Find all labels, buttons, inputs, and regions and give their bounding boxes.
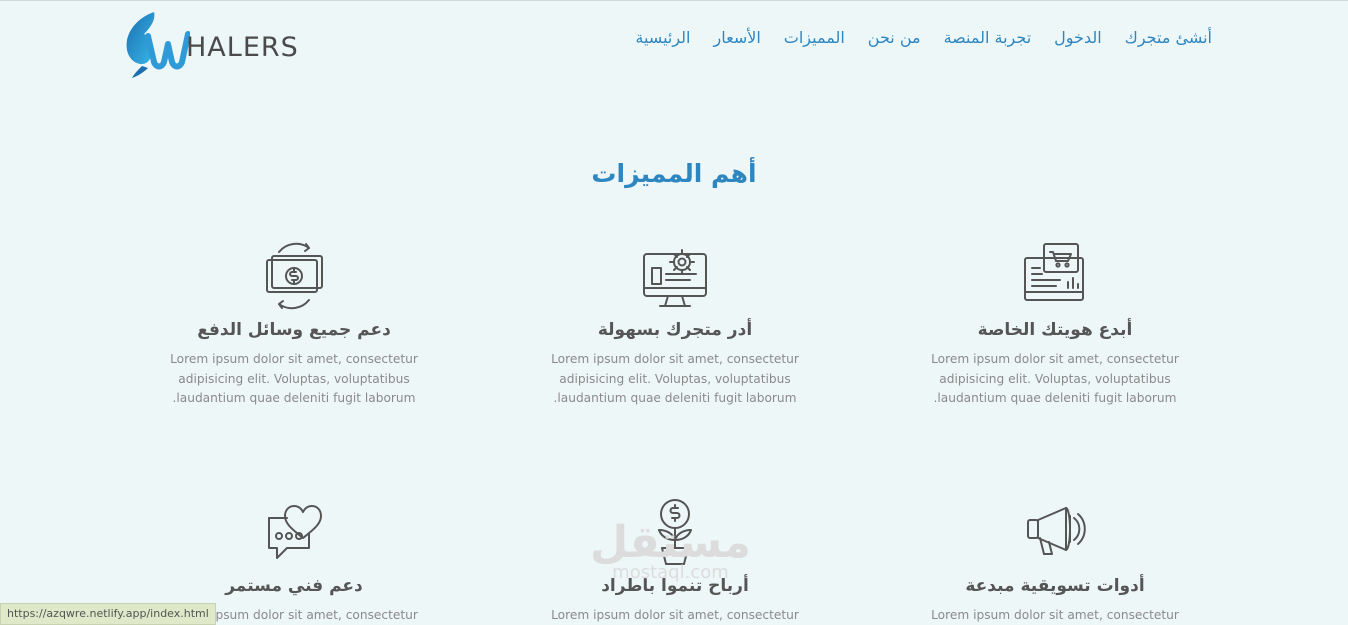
feature-text: Lorem ipsum dolor sit amet, consectetur … xyxy=(551,608,799,622)
nav-features[interactable]: المميزات xyxy=(784,28,845,47)
top-border xyxy=(0,0,1348,1)
feature-title: أدوات تسويقية مبدعة xyxy=(965,576,1145,596)
nav-login[interactable]: الدخول xyxy=(1054,28,1102,47)
megaphone-icon xyxy=(905,496,1205,566)
feature-text: Lorem ipsum dolor sit amet, consectetur … xyxy=(931,352,1179,405)
section-title: أهم المميزات xyxy=(591,158,757,188)
heart-chat-icon xyxy=(144,496,444,566)
feature-title: دعم فني مستمر xyxy=(225,576,363,596)
nav-home[interactable]: الرئيسية xyxy=(635,28,690,47)
store-screen-icon xyxy=(905,240,1205,310)
money-plant-icon xyxy=(525,496,825,566)
feature-card: أدوات تسويقية مبدعة Lorem ipsum dolor si… xyxy=(905,496,1205,625)
status-bar-url: https://azqwre.netlify.app/index.html xyxy=(0,603,216,625)
feature-title: أدر متجرك بسهولة xyxy=(597,320,753,340)
money-exchange-icon xyxy=(144,240,444,310)
feature-title: دعم جميع وسائل الدفع xyxy=(197,320,391,340)
feature-card: أدر متجرك بسهولة Lorem ipsum dolor sit a… xyxy=(525,240,825,409)
feature-card: أرباح تنموا باطراد Lorem ipsum dolor sit… xyxy=(525,496,825,625)
nav-about[interactable]: من نحن xyxy=(868,28,921,47)
nav-pricing[interactable]: الأسعار xyxy=(714,28,761,47)
nav-create-store[interactable]: أنشئ متجرك xyxy=(1125,28,1212,47)
main-nav: الرئيسية الأسعار المميزات من نحن تجربة ا… xyxy=(635,28,1212,47)
feature-card: دعم جميع وسائل الدفع Lorem ipsum dolor s… xyxy=(144,240,444,409)
logo-text: HALERS xyxy=(186,31,299,63)
logo[interactable]: HALERS xyxy=(124,8,299,80)
nav-demo[interactable]: تجربة المنصة xyxy=(944,28,1032,47)
feature-title: أبدع هويتك الخاصة xyxy=(977,320,1133,340)
monitor-gear-icon xyxy=(525,240,825,310)
feature-text: Lorem ipsum dolor sit amet, consectetur … xyxy=(170,352,418,405)
whale-logo-icon xyxy=(126,12,190,78)
feature-title: أرباح تنموا باطراد xyxy=(601,576,749,596)
feature-text: Lorem ipsum dolor sit amet, consectetur … xyxy=(551,352,799,405)
feature-text: Lorem ipsum dolor sit amet, consectetur … xyxy=(931,608,1179,622)
feature-card: أبدع هويتك الخاصة Lorem ipsum dolor sit … xyxy=(905,240,1205,409)
